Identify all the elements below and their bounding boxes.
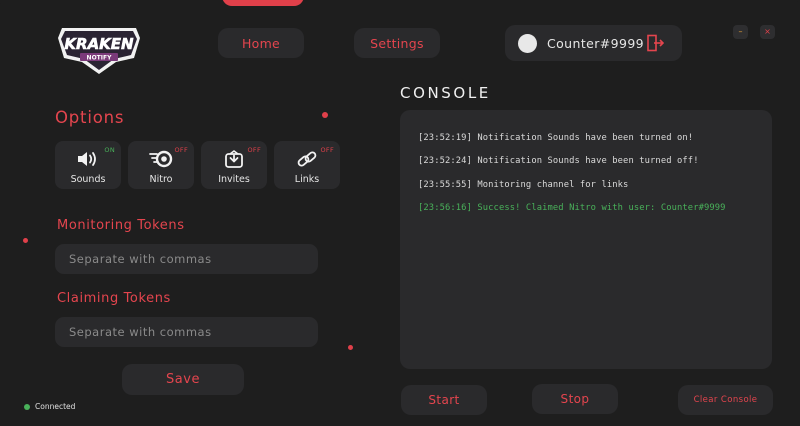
connection-status: Connected	[24, 402, 75, 411]
console-line: [23:55:55] Monitoring channel for links	[418, 180, 629, 190]
top-accent-bar	[222, 0, 304, 6]
minimize-button[interactable]: –	[733, 25, 748, 39]
save-button[interactable]: Save	[122, 364, 244, 395]
console-title: CONSOLE	[400, 84, 491, 102]
option-sounds-toggle[interactable]: ON Sounds	[55, 141, 121, 189]
connection-status-text: Connected	[35, 402, 76, 411]
option-label: Sounds	[70, 174, 106, 185]
nav-home-button[interactable]: Home	[218, 28, 304, 58]
option-label: Invites	[218, 174, 250, 185]
app-window: KRAKEN NOTIFY Home Settings Counter#9999…	[0, 0, 800, 426]
option-status: ON	[104, 146, 115, 154]
decor-dot	[23, 238, 28, 243]
logo-subtitle: NOTIFY	[87, 55, 113, 62]
decor-dot	[322, 112, 328, 118]
option-invites-toggle[interactable]: OFF Invites	[201, 141, 267, 189]
link-icon	[297, 151, 317, 167]
speaker-icon	[78, 152, 96, 166]
option-status: OFF	[320, 146, 334, 154]
option-label: Links	[294, 174, 320, 185]
option-status: OFF	[247, 146, 261, 154]
decor-dot	[348, 345, 353, 350]
options-title: Options	[55, 108, 125, 127]
console-line: [23:52:24] Notification Sounds have been…	[418, 156, 699, 166]
user-panel: Counter#9999	[505, 25, 682, 61]
option-status: OFF	[174, 146, 188, 154]
console-line: [23:52:19] Notification Sounds have been…	[418, 133, 694, 143]
option-nitro-toggle[interactable]: OFF Nitro	[128, 141, 194, 189]
logo-title: KRAKEN	[64, 35, 134, 53]
nitro-icon	[149, 150, 173, 168]
option-label: Nitro	[149, 174, 173, 185]
start-button[interactable]: Start	[401, 385, 487, 415]
username: Counter#9999	[547, 35, 645, 51]
console-line: [23:56:16] Success! Claimed Nitro with u…	[418, 203, 726, 213]
claiming-tokens-label: Claiming Tokens	[57, 291, 171, 306]
option-links-toggle[interactable]: OFF Links	[274, 141, 340, 189]
monitoring-tokens-input[interactable]	[55, 244, 318, 274]
kraken-notify-logo: KRAKEN NOTIFY	[54, 22, 144, 78]
status-dot-icon	[24, 403, 30, 410]
clear-console-button[interactable]: Clear Console	[678, 385, 773, 415]
console-output[interactable]: [23:52:19] Notification Sounds have been…	[400, 110, 772, 369]
logout-icon[interactable]	[646, 34, 664, 52]
close-button[interactable]: ×	[760, 25, 775, 39]
avatar	[518, 33, 537, 53]
stop-button[interactable]: Stop	[532, 384, 618, 414]
nav-settings-button[interactable]: Settings	[354, 28, 440, 58]
invite-icon	[225, 150, 243, 168]
claiming-tokens-input[interactable]	[55, 317, 318, 347]
monitoring-tokens-label: Monitoring Tokens	[57, 218, 185, 233]
